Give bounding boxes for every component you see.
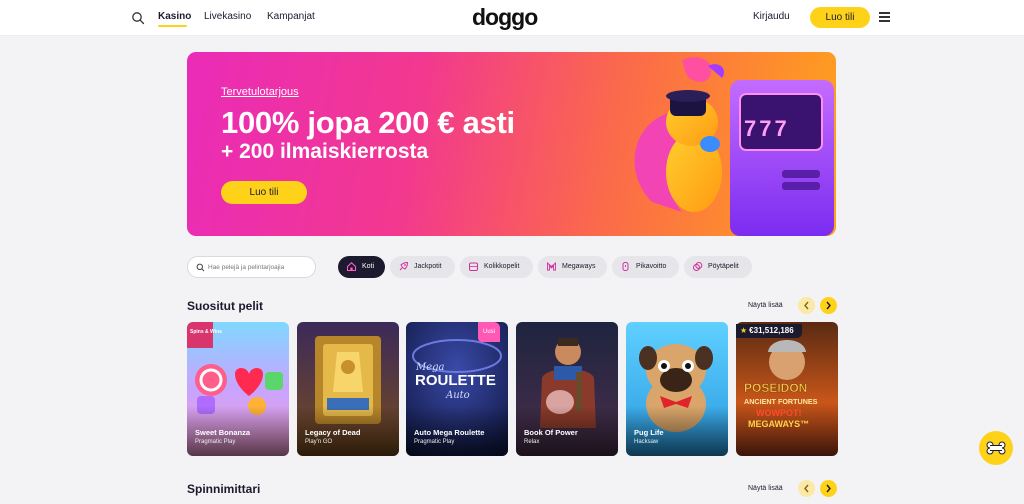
category-label: Pikavoitto (636, 263, 667, 270)
category-label: Jackpotit (414, 263, 442, 270)
game-provider: Hacksaw (634, 439, 659, 445)
art-ancient-fortunes-text: ANCIENT FORTUNES (744, 397, 818, 406)
slots-icon (469, 262, 478, 271)
poseidon-ancient-fortunes-thumbnail: POSEIDON ANCIENT FORTUNES WOWPOT! MEGAWA… (736, 322, 838, 456)
game-card-auto-mega-roulette[interactable]: Mega ROULETTE Auto Auto Mega Roulette Pr… (406, 322, 508, 456)
game-card-legacy-of-dead[interactable]: Legacy of Dead Play'n GO (297, 322, 399, 456)
art-poseidon-text: POSEIDON (744, 381, 807, 395)
spinnimittari-heading: Spinnimittari (187, 482, 261, 496)
rocket-icon (399, 261, 409, 271)
game-provider: Pragmatic Play (414, 439, 455, 445)
offer-signup-button[interactable]: Luo tili (221, 181, 307, 204)
game-title: Book Of Power (524, 428, 578, 437)
bone-icon (986, 441, 1006, 455)
nav-kasino[interactable]: Kasino (158, 11, 191, 22)
art-wowpot-text: WOWPOT! (756, 408, 802, 418)
category-kolikkopelit[interactable]: Kolikkopelit (460, 256, 533, 278)
jackpot-amount: €31,512,186 (749, 326, 794, 335)
popular-prev-button[interactable] (798, 297, 815, 314)
offer-title: 100% jopa 200 € asti (221, 105, 515, 140)
art-roulette-text: ROULETTE (415, 372, 496, 389)
game-provider: Relax (524, 439, 540, 445)
game-search-field[interactable] (187, 256, 316, 278)
category-jackpotit[interactable]: Jackpotit (390, 256, 455, 278)
spinnimittari-prev-button[interactable] (798, 480, 815, 497)
search-icon[interactable] (131, 11, 145, 25)
chevron-left-icon (804, 484, 809, 493)
game-card-book-of-power[interactable]: Book Of Power Relax (516, 322, 618, 456)
spins-wins-tag: Spins & Wins (190, 329, 222, 335)
category-label: Kolikkopelit (484, 263, 520, 270)
chevron-left-icon (804, 301, 809, 310)
category-pikavoitto[interactable]: Pikavoitto (612, 256, 679, 278)
welcome-offer-banner[interactable]: Tervetulotarjous 100% jopa 200 € asti + … (187, 52, 836, 236)
game-title: Sweet Bonanza (195, 428, 251, 437)
slot-machine-dog-illustration: 777 (634, 57, 834, 236)
game-provider: Pragmatic Play (195, 439, 236, 445)
offer-kicker[interactable]: Tervetulotarjous (221, 86, 299, 98)
art-megaways-text: MEGAWAYS™ (748, 419, 809, 429)
spinnimittari-show-more-link[interactable]: Näytä lisää (748, 485, 783, 492)
doggo-logo[interactable]: doggo (472, 4, 538, 31)
new-badge: Uusi (478, 322, 500, 342)
category-poytapelit[interactable]: Pöytäpelit (684, 256, 752, 278)
support-chat-button[interactable] (979, 431, 1013, 465)
game-provider: Play'n GO (305, 439, 333, 445)
game-title: Legacy of Dead (305, 428, 361, 437)
nav-livekasino[interactable]: Livekasino (204, 11, 251, 22)
popular-games-heading: Suositut pelit (187, 299, 263, 313)
star-icon: ★ (740, 326, 748, 335)
slot-reels-text: 777 (744, 116, 790, 141)
category-label: Pöytäpelit (708, 263, 739, 270)
popular-show-more-link[interactable]: Näytä lisää (748, 302, 783, 309)
hamburger-menu-icon[interactable] (879, 12, 890, 23)
stopwatch-icon (622, 262, 629, 271)
nav-active-indicator (158, 25, 187, 27)
top-header: Kasino Livekasino Kampanjat doggo Kirjau… (0, 0, 1024, 36)
spinnimittari-next-button[interactable] (820, 480, 837, 497)
signup-button[interactable]: Luo tili (810, 7, 870, 28)
chips-icon (693, 262, 703, 271)
chevron-right-icon (826, 484, 831, 493)
login-link[interactable]: Kirjaudu (753, 11, 790, 22)
category-label: Megaways (562, 263, 596, 270)
category-label: Koti (362, 263, 375, 270)
jackpot-amount-badge: ★ €31,512,186 (736, 324, 802, 338)
offer-subtitle: + 200 ilmaiskierrosta (221, 140, 429, 163)
game-search-input[interactable] (208, 260, 312, 274)
game-card-sweet-bonanza[interactable]: Spins & Wins Sweet Bonanza Pragmatic Pla… (187, 322, 289, 456)
category-megaways[interactable]: Megaways (538, 256, 607, 278)
search-icon (196, 263, 205, 272)
category-koti[interactable]: Koti (338, 256, 385, 278)
popular-next-button[interactable] (820, 297, 837, 314)
home-icon (346, 262, 357, 272)
game-title: Auto Mega Roulette (414, 428, 485, 437)
game-card-pug-life[interactable]: Pug Life Hacksaw (626, 322, 728, 456)
megaways-icon (547, 262, 556, 271)
game-card-poseidon-ancient-fortunes[interactable]: POSEIDON ANCIENT FORTUNES WOWPOT! MEGAWA… (736, 322, 838, 456)
art-auto-text: Auto (445, 390, 470, 401)
chevron-right-icon (826, 301, 831, 310)
game-title: Pug Life (634, 428, 664, 437)
nav-kampanjat[interactable]: Kampanjat (267, 11, 315, 22)
